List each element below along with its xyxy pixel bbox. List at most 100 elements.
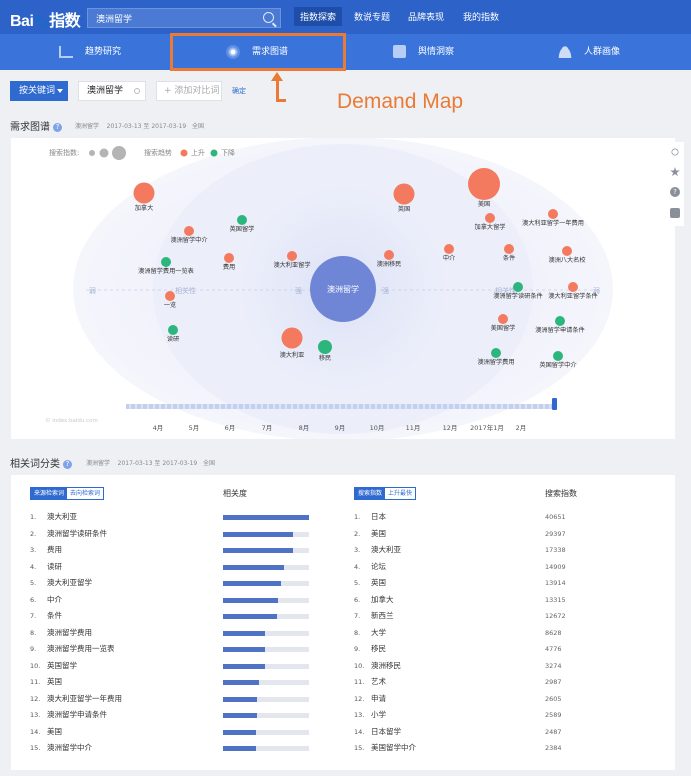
search-index-row[interactable]: 13. 小学 (354, 707, 386, 723)
bubble-rising[interactable] (224, 253, 234, 263)
relevance-row[interactable]: 8. 澳洲留学费用 (30, 625, 92, 641)
bubble-rising[interactable] (485, 213, 495, 223)
row-word: 英国留学 (47, 660, 77, 670)
search-index-row[interactable]: 11. 艺术 (354, 674, 386, 690)
feedback-icon[interactable] (670, 208, 680, 218)
bubble-rising[interactable] (498, 314, 508, 324)
trend-chart-icon (59, 45, 73, 58)
nav-my-index[interactable]: 我的指数 (463, 10, 499, 23)
relevance-row[interactable]: 6. 中介 (30, 592, 62, 608)
tab-source-words[interactable]: 来源检索词 (31, 488, 68, 499)
search-index-row[interactable]: 4. 论坛 (354, 559, 386, 575)
search-input[interactable]: 澳洲留学 (87, 8, 281, 28)
subnav-news[interactable]: 舆情洞察 (393, 43, 454, 61)
axis-label-inner-right: 强 (382, 287, 389, 295)
search-index-row[interactable]: 12. 申请 (354, 691, 386, 707)
search-index-row[interactable]: 5. 英国 (354, 575, 386, 591)
tab-search-index[interactable]: 搜索指数 (355, 488, 386, 499)
bubble-rising[interactable] (468, 168, 500, 200)
bubble-rising[interactable] (281, 327, 303, 349)
relevance-row[interactable]: 3. 费用 (30, 542, 62, 558)
relevance-row[interactable]: 13. 澳洲留学申请条件 (30, 707, 107, 723)
baidu-index-logo[interactable]: Bai🐾指数 (10, 7, 81, 31)
relevance-bar-track (223, 581, 309, 586)
crowd-icon (558, 45, 572, 58)
relevance-row[interactable]: 2. 澳洲留学读研条件 (30, 526, 107, 542)
search-index-row[interactable]: 15. 美国留学中介 (354, 740, 416, 756)
bubble-rising[interactable] (548, 209, 558, 219)
relevance-row[interactable]: 14. 美国 (30, 724, 62, 740)
help-icon[interactable]: ? (53, 123, 62, 132)
timeline-handle[interactable] (552, 398, 557, 410)
search-index-row[interactable]: 2. 美国 (354, 526, 386, 542)
relevance-row[interactable]: 15. 澳洲留学中介 (30, 740, 92, 756)
row-rank: 7. (354, 612, 361, 620)
help-icon[interactable]: ? (63, 460, 72, 469)
bubble-falling[interactable] (318, 340, 332, 354)
bubble-rising[interactable] (384, 250, 394, 260)
relevance-row[interactable]: 10. 英国留学 (30, 658, 77, 674)
bubble-rising[interactable] (393, 183, 415, 205)
help-circle-icon[interactable]: ? (670, 187, 680, 197)
bubble-rising[interactable] (287, 251, 297, 261)
bubble-rising[interactable] (444, 244, 454, 254)
tab-fastest-rising[interactable]: 上升最快 (385, 488, 416, 499)
relevance-row[interactable]: 7. 条件 (30, 608, 62, 624)
search-index-row[interactable]: 14. 日本留学 (354, 724, 401, 740)
bubble-rising[interactable] (133, 182, 155, 204)
demand-map-panel: 弱 相关性 强 强 相关性 弱 搜索指数: 搜索趋势 上升 下降 澳洲留学 加拿… (11, 138, 675, 439)
relevance-bar-track (223, 647, 309, 652)
keyword-chip[interactable]: 澳洲留学 (78, 81, 146, 101)
relevance-bar (223, 647, 266, 652)
row-word: 日本留学 (371, 726, 401, 736)
bubble-label: 美国留学 (491, 324, 516, 332)
bubble-falling[interactable] (168, 325, 178, 335)
search-index-row[interactable]: 6. 加拿大 (354, 592, 394, 608)
bubble-falling[interactable] (555, 316, 565, 326)
add-compare-button[interactable]: + 添加对比词 (156, 81, 222, 101)
subnav-crowd[interactable]: 人群画像 (558, 43, 620, 61)
bubble-falling[interactable] (553, 351, 563, 361)
nav-index-explore[interactable]: 指数探索 (294, 7, 343, 26)
search-index-row[interactable]: 9. 移民 (354, 641, 386, 657)
relevance-row[interactable]: 12. 澳大利亚留学一年费用 (30, 691, 122, 707)
relevance-row[interactable]: 5. 澳大利亚留学 (30, 575, 92, 591)
row-rank: 12. (354, 694, 365, 703)
bubble-rising[interactable] (184, 226, 194, 236)
bubble-label: 澳大利亚留学条件 (548, 292, 598, 300)
search-index-row[interactable]: 8. 大学 (354, 625, 386, 641)
relevance-row[interactable]: 1. 澳大利亚 (30, 509, 77, 525)
legend-down-label: 下降 (221, 148, 235, 157)
share-icon[interactable] (671, 148, 679, 156)
search-index-value: 4776 (545, 645, 562, 653)
bubble-rising[interactable] (165, 291, 175, 301)
related-meta: 澳洲留学 2017-03-13 至 2017-03-19 全国 (86, 458, 215, 467)
confirm-button[interactable]: 确定 (232, 86, 246, 96)
bubble-falling[interactable] (491, 348, 501, 358)
bubble-falling[interactable] (161, 257, 171, 267)
star-icon[interactable] (670, 167, 680, 177)
annotation-arrow (276, 78, 286, 102)
bubble-falling[interactable] (513, 282, 523, 292)
close-icon[interactable] (134, 88, 140, 94)
bubble-rising[interactable] (568, 282, 578, 292)
row-word: 美国 (371, 528, 386, 538)
relevance-row[interactable]: 11. 英国 (30, 674, 62, 690)
search-index-row[interactable]: 1. 日本 (354, 509, 386, 525)
nav-brand[interactable]: 品牌表现 (408, 10, 444, 23)
bubble-rising[interactable] (562, 246, 572, 256)
search-index-row[interactable]: 10. 澳洲移民 (354, 658, 401, 674)
subnav-trend[interactable]: 趋势研究 (59, 43, 121, 61)
relevance-bar-track (223, 614, 309, 619)
bubble-falling[interactable] (237, 215, 247, 225)
bubble-rising[interactable] (504, 244, 514, 254)
tab-destination-words[interactable]: 去向检索词 (67, 488, 104, 499)
keyword-mode-select[interactable]: 按关键词 (10, 81, 68, 101)
search-index-row[interactable]: 3. 澳大利亚 (354, 542, 401, 558)
relevance-bar (223, 713, 258, 718)
relevance-row[interactable]: 4. 读研 (30, 559, 62, 575)
nav-topics[interactable]: 数说专题 (354, 10, 390, 23)
relevance-row[interactable]: 9. 澳洲留学费用一览表 (30, 641, 115, 657)
search-index-row[interactable]: 7. 新西兰 (354, 608, 394, 624)
search-icon[interactable] (263, 12, 274, 23)
